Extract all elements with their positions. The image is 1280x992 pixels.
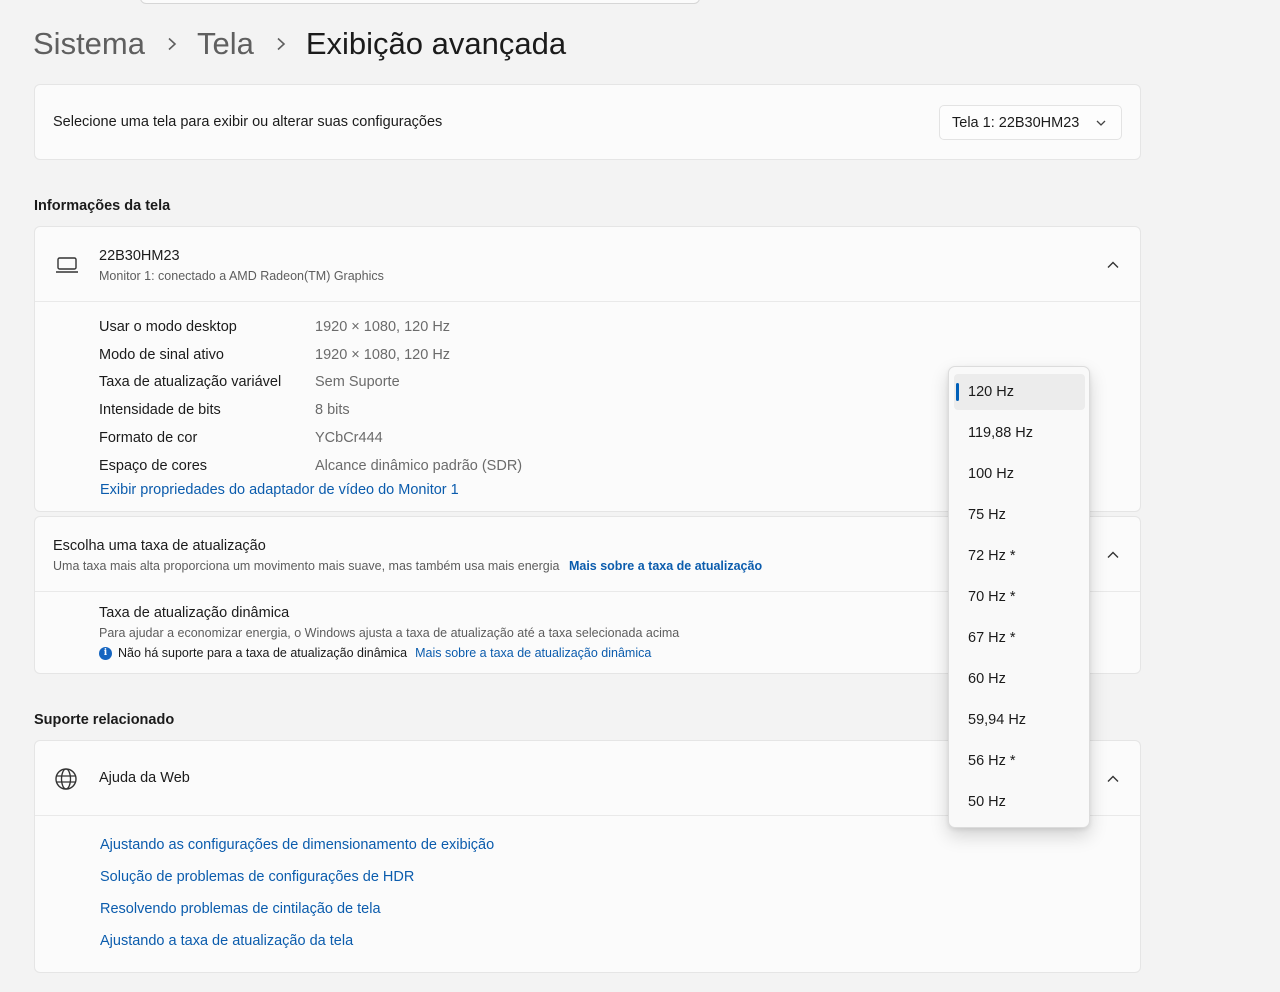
breadcrumb-tela[interactable]: Tela <box>197 26 254 62</box>
search-box[interactable] <box>140 0 700 4</box>
info-row-label: Intensidade de bits <box>99 402 221 419</box>
refresh-rate-option-selected[interactable]: 120 Hz <box>954 374 1085 410</box>
info-icon: i <box>99 646 112 660</box>
refresh-rate-learn-more-link[interactable]: Mais sobre a taxa de atualização <box>569 559 762 573</box>
info-row: Formato de cor YCbCr444 <box>99 424 522 452</box>
info-row-label: Formato de cor <box>99 430 198 447</box>
refresh-rate-option[interactable]: 70 Hz * <box>954 579 1085 615</box>
web-help-title: Ajuda da Web <box>99 770 190 786</box>
chevron-up-icon[interactable] <box>1106 772 1120 786</box>
breadcrumb-sistema[interactable]: Sistema <box>33 26 145 62</box>
refresh-rate-option[interactable]: 100 Hz <box>954 456 1085 492</box>
dynamic-refresh-note-text: Não há suporte para a taxa de atualizaçã… <box>118 646 408 660</box>
info-row-label: Modo de sinal ativo <box>99 346 224 363</box>
monitor-subtitle: Monitor 1: conectado a AMD Radeon(TM) Gr… <box>99 269 384 283</box>
chevron-up-icon[interactable] <box>1106 548 1120 562</box>
refresh-rate-option[interactable]: 50 Hz <box>954 784 1085 820</box>
info-row-value: 1920 × 1080, 120 Hz <box>315 346 451 363</box>
info-row: Modo de sinal ativo 1920 × 1080, 120 Hz <box>99 341 522 369</box>
refresh-rate-option[interactable]: 75 Hz <box>954 497 1085 533</box>
dynamic-refresh-subtitle: Para ajudar a economizar energia, o Wind… <box>99 626 680 640</box>
info-row-value: 1920 × 1080, 120 Hz <box>315 318 451 335</box>
info-row-label: Usar o modo desktop <box>99 318 237 335</box>
section-title-related-support: Suporte relacionado <box>34 712 175 728</box>
laptop-icon <box>56 257 78 273</box>
web-help-links: Ajustando as configurações de dimensiona… <box>100 837 494 965</box>
dynamic-refresh-title: Taxa de atualização dinâmica <box>99 605 290 621</box>
refresh-rate-option[interactable]: 56 Hz * <box>954 743 1085 779</box>
help-link-flicker[interactable]: Resolvendo problemas de cintilação de te… <box>100 901 494 933</box>
chevron-up-icon[interactable] <box>1106 258 1120 272</box>
page-title: Exibição avançada <box>305 26 567 61</box>
help-link-scaling[interactable]: Ajustando as configurações de dimensiona… <box>100 837 494 869</box>
refresh-rate-flyout: 120 Hz 119,88 Hz 100 Hz 75 Hz 72 Hz * 70… <box>948 366 1090 828</box>
help-link-refresh-rate[interactable]: Ajustando a taxa de atualização da tela <box>100 933 494 965</box>
globe-icon <box>55 768 77 790</box>
dynamic-refresh-note: i Não há suporte para a taxa de atualiza… <box>99 646 651 660</box>
info-row-value: YCbCr444 <box>315 430 383 447</box>
adapter-properties-link[interactable]: Exibir propriedades do adaptador de víde… <box>100 482 459 498</box>
refresh-rate-subtitle: Uma taxa mais alta proporciona um movime… <box>53 559 762 573</box>
chevron-down-icon <box>1096 120 1106 126</box>
info-row: Intensidade de bits 8 bits <box>99 396 522 424</box>
refresh-rate-description: Uma taxa mais alta proporciona um movime… <box>53 559 560 573</box>
info-row-value: Sem Suporte <box>315 374 400 391</box>
refresh-rate-option[interactable]: 67 Hz * <box>954 620 1085 656</box>
display-select-card: Selecione uma tela para exibir ou altera… <box>34 84 1141 160</box>
info-row-value: 8 bits <box>315 402 350 419</box>
display-dropdown-value: Tela 1: 22B30HM23 <box>952 114 1080 131</box>
display-select-label: Selecione uma tela para exibir ou altera… <box>53 114 443 130</box>
display-dropdown[interactable]: Tela 1: 22B30HM23 <box>939 105 1122 140</box>
monitor-name: 22B30HM23 <box>99 248 180 264</box>
info-row: Usar o modo desktop 1920 × 1080, 120 Hz <box>99 313 522 341</box>
refresh-rate-option[interactable]: 119,88 Hz <box>954 415 1085 451</box>
chevron-right-icon <box>165 37 179 51</box>
section-title-display-info: Informações da tela <box>34 198 171 214</box>
help-link-hdr[interactable]: Solução de problemas de configurações de… <box>100 869 494 901</box>
info-row-label: Espaço de cores <box>99 457 208 474</box>
refresh-rate-title: Escolha uma taxa de atualização <box>53 538 266 554</box>
info-row: Taxa de atualização variável Sem Suporte <box>99 369 522 397</box>
chevron-right-icon <box>274 37 288 51</box>
refresh-rate-option[interactable]: 59,94 Hz <box>954 702 1085 738</box>
refresh-rate-option[interactable]: 72 Hz * <box>954 538 1085 574</box>
info-row: Espaço de cores Alcance dinâmico padrão … <box>99 452 522 480</box>
dynamic-refresh-learn-more-link[interactable]: Mais sobre a taxa de atualização dinâmic… <box>415 646 651 660</box>
info-row-label: Taxa de atualização variável <box>99 374 282 391</box>
refresh-rate-option[interactable]: 60 Hz <box>954 661 1085 697</box>
display-info-rows: Usar o modo desktop 1920 × 1080, 120 Hz … <box>99 313 522 480</box>
breadcrumb: Sistema Tela Exibição avançada <box>33 22 566 66</box>
display-info-header[interactable]: 22B30HM23 Monitor 1: conectado a AMD Rad… <box>35 227 1140 302</box>
info-row-value: Alcance dinâmico padrão (SDR) <box>315 457 523 474</box>
